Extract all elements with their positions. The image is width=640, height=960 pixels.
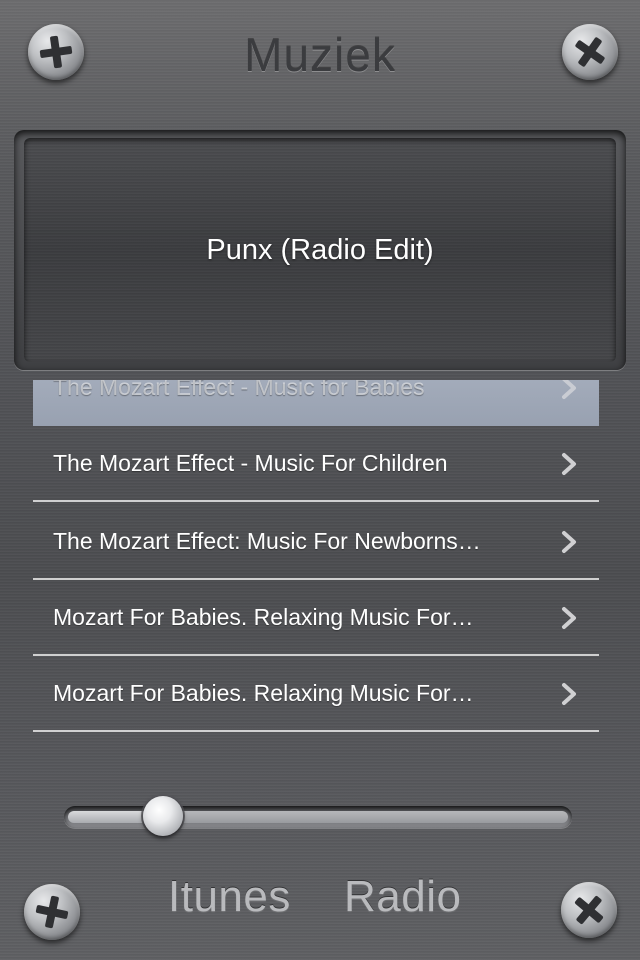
chevron-right-icon	[562, 380, 576, 399]
chevron-right-icon	[562, 453, 576, 475]
app-title: Muziek	[244, 29, 396, 81]
slider-track-rest	[163, 811, 568, 823]
track-list[interactable]: The Mozart Effect - Music for Babies The…	[33, 380, 599, 760]
list-item-label: Mozart For Babies. Relaxing Music For…	[53, 680, 474, 706]
list-item-label: The Mozart Effect - Music For Children	[53, 450, 448, 476]
list-item-label: The Mozart Effect: Music For Newborns…	[53, 528, 481, 554]
now-playing-title: Punx (Radio Edit)	[206, 234, 434, 266]
list-item[interactable]: Mozart For Babies. Relaxing Music For…	[33, 580, 599, 656]
now-playing-display: Punx (Radio Edit)	[14, 130, 626, 370]
list-item[interactable]: The Mozart Effect - Music For Children	[33, 426, 599, 502]
display-screen: Punx (Radio Edit)	[24, 138, 616, 362]
list-item[interactable]: Mozart For Babies. Relaxing Music For…	[33, 656, 599, 732]
list-item[interactable]: The Mozart Effect: Music For Newborns…	[33, 504, 599, 580]
list-item-label: Mozart For Babies. Relaxing Music For…	[53, 604, 474, 630]
list-item[interactable]: The Mozart Effect - Music for Babies	[33, 380, 599, 426]
tab-radio[interactable]: Radio	[344, 872, 461, 922]
tab-itunes[interactable]: Itunes	[168, 872, 291, 922]
screw-icon	[561, 882, 617, 938]
slider-thumb[interactable]	[143, 796, 183, 836]
chevron-right-icon	[562, 607, 576, 629]
list-item-label: The Mozart Effect - Music for Babies	[53, 380, 425, 400]
chevron-right-icon	[562, 683, 576, 705]
chevron-right-icon	[562, 531, 576, 553]
volume-slider[interactable]	[64, 796, 572, 836]
screw-icon	[24, 884, 80, 940]
